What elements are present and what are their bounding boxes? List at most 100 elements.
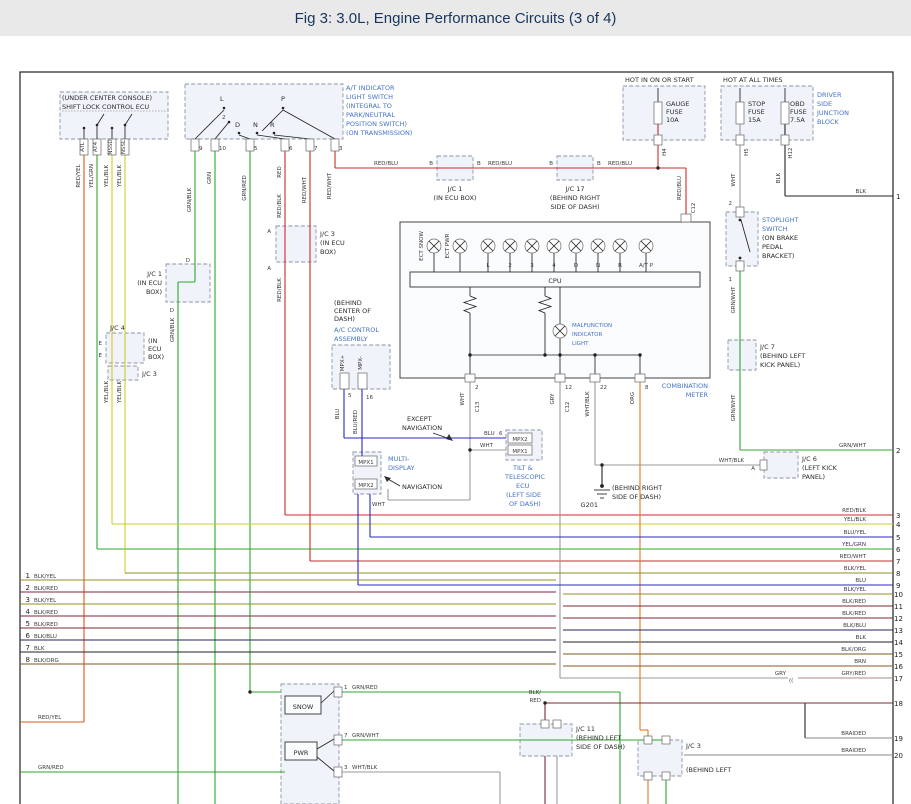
- label-meter-pins-2-num: 22: [600, 385, 607, 391]
- label-rows_right-0-num: 1: [896, 193, 900, 201]
- label-power-junction_block-3: BLOCK: [817, 118, 840, 126]
- shape: [736, 102, 744, 124]
- label-at_switch-pin_numbers-5: 3: [339, 146, 343, 152]
- wire-dark-blues: [20, 630, 893, 640]
- shape: [256, 132, 259, 135]
- label-at_switch-positions-0: L: [220, 95, 224, 103]
- label-meter-lamps-4: D: [574, 263, 578, 269]
- label-rows_right-5-num: 6: [896, 546, 901, 554]
- shape: [760, 460, 767, 470]
- label-top_run-jc17-loc_lines-1: SIDE OF DASH): [550, 203, 599, 211]
- label-at_switch-positions-2: D: [235, 121, 240, 129]
- label-ect_switch-pins-0-wire: GRN/RED: [352, 685, 378, 691]
- label-rows_right-6-num: 7: [896, 558, 900, 566]
- label-rows_right-2-num: 3: [896, 512, 900, 520]
- label-shift_lock-wire_labels-3: YEL/BLK: [117, 165, 123, 189]
- shape: [644, 772, 652, 780]
- wire-dark-yellows: [20, 573, 893, 604]
- label-nav-multi_lines-0: MULTI-: [388, 455, 410, 463]
- label-rows_right-3-num: 4: [896, 521, 901, 529]
- label-rows_right-9-num: 10: [894, 591, 903, 599]
- label-jc7-name: J/C 7: [759, 343, 775, 351]
- shape: [238, 132, 241, 135]
- label-top_run-jc1-pin: B: [477, 161, 481, 167]
- label-jc6-loc_lines-1: PANEL): [802, 473, 825, 481]
- label-stoplight-loc_lines-0: (ON BRAKE: [762, 234, 798, 242]
- label-power-hot_start: HOT IN ON OR START: [625, 76, 694, 84]
- label-stoplight-wire: GRN/WHT: [731, 286, 737, 314]
- shape: [468, 448, 471, 451]
- label-stoplight-pin_top: 2: [729, 201, 733, 207]
- label-meter-mil_lines-1: INDICATOR: [572, 332, 602, 338]
- label-ac-name_lines-1: ASSEMBLY: [334, 335, 368, 343]
- label-meter-atp: A/T P: [639, 263, 654, 269]
- label-tilt-mpx2: MPX2: [512, 437, 527, 443]
- label-at_switch-pin_numbers-0: 9: [199, 146, 203, 152]
- label-power-obd_fuse-0: OBD: [790, 100, 805, 108]
- label-meter-pins-0-wire: WHT: [460, 392, 466, 406]
- label-rows_left-rows-6-num: 7: [26, 644, 30, 652]
- label-rows_left-rows-5-label: BLK/BLU: [34, 634, 57, 640]
- label-at_switch-wire_labels-0: GRN/BLK: [187, 187, 193, 212]
- label-rows_left-rows-3-label: BLK/RED: [34, 610, 58, 616]
- label-rows_right-16-prefix: GRY: [775, 671, 787, 677]
- label-ac-wires-1: BLU/RED: [353, 410, 359, 434]
- label-rows_left-rows-5-num: 6: [26, 632, 31, 640]
- label-jc3_ecu-loc_lines-1: BOX): [320, 248, 336, 256]
- shape: [96, 124, 99, 127]
- label-rows_right-13-num: 14: [894, 639, 903, 647]
- title-bar: Fig 3: 3.0L, Engine Performance Circuits…: [0, 0, 911, 36]
- label-tilt-name_lines-1: TELESCOPIC: [504, 473, 545, 481]
- label-power-gauge_fuse-1: FUSE: [666, 108, 683, 116]
- label-rows_left-rows-4-label: BLK/RED: [34, 622, 58, 628]
- component-name: SHIFT LOCK CONTROL ECU: [62, 103, 149, 111]
- shape: [555, 374, 565, 382]
- label-at_switch-positions-3: N: [253, 121, 258, 129]
- label-jc4-loc_lines-0: (IN: [148, 337, 157, 345]
- label-top_run-wire: RED/BLU: [608, 161, 632, 167]
- label-meter-ect_snow: ECT SNOW: [419, 231, 425, 261]
- label-rows_right-19-label: BRAIDED: [841, 748, 866, 754]
- jc1-ecu-box: [166, 264, 210, 302]
- label-at_switch-wire_labels-2: GRN/RED: [242, 175, 248, 201]
- label-rows_left-grn_red: GRN/RED: [38, 765, 64, 771]
- label-ac-pins-1: MPX-: [358, 356, 364, 370]
- label-at_switch-name_lines-1: LIGHT SWITCH: [346, 93, 393, 101]
- label-rows_right-7-num: 8: [896, 570, 900, 578]
- label-g201-loc_lines-0: (BEHIND RIGHT: [612, 484, 662, 492]
- label-top_run-jc17-pin: B: [597, 161, 601, 167]
- label-rows_left-rows-1-label: BLK/RED: [34, 586, 58, 592]
- label-rows_right-11-label: BLK/RED: [842, 611, 866, 617]
- label-meter-cpu: CPU: [548, 277, 561, 285]
- shape: [124, 124, 127, 127]
- shape: [739, 219, 742, 222]
- shape: [246, 139, 254, 151]
- label-power-pins-1: H5: [744, 148, 750, 156]
- label-ac-pin_nums-0: 5: [348, 393, 352, 399]
- label-jc6-pin: A: [751, 466, 755, 472]
- label-power-pins-2: H12: [788, 147, 794, 158]
- label-meter-pins-1-wire: GRY: [550, 393, 556, 405]
- label-rows_right-14-num: 15: [894, 651, 903, 659]
- shape: [553, 720, 561, 728]
- label-nav-wht: WHT: [372, 502, 386, 508]
- label-nav-multi_lines-1: DISPLAY: [388, 464, 415, 472]
- ground-g201: [594, 490, 610, 498]
- figure-title: Fig 3: 3.0L, Engine Performance Circuits…: [295, 10, 617, 27]
- label-at_switch-positions-1: P: [281, 95, 285, 103]
- jc6-box: [764, 452, 798, 478]
- label-meter-pins-1-conn: C12: [565, 402, 571, 413]
- label-power-blk: BLK: [776, 172, 782, 183]
- label-jc11-wire_lines-0: BLK/: [529, 690, 541, 696]
- label-tilt-mpx1: MPX1: [512, 449, 527, 455]
- label-rows_right-2-label: RED/BLK: [842, 508, 866, 514]
- label-g201-loc_lines-1: SIDE OF DASH): [612, 493, 661, 501]
- label-rows_right-15-num: 16: [894, 663, 903, 671]
- label-rows_right-13-label: BLK: [856, 635, 867, 641]
- shape: [736, 207, 744, 217]
- label-rows_right-5-label: YEL/GRN: [841, 542, 866, 548]
- label-ect_switch-snow: SNOW: [293, 703, 314, 711]
- label-rows_right-9-label: BLK/YEL: [844, 587, 867, 593]
- label-power-gauge_fuse-2: 10A: [666, 116, 679, 124]
- label-stoplight-loc_lines-2: BRACKET): [762, 252, 794, 260]
